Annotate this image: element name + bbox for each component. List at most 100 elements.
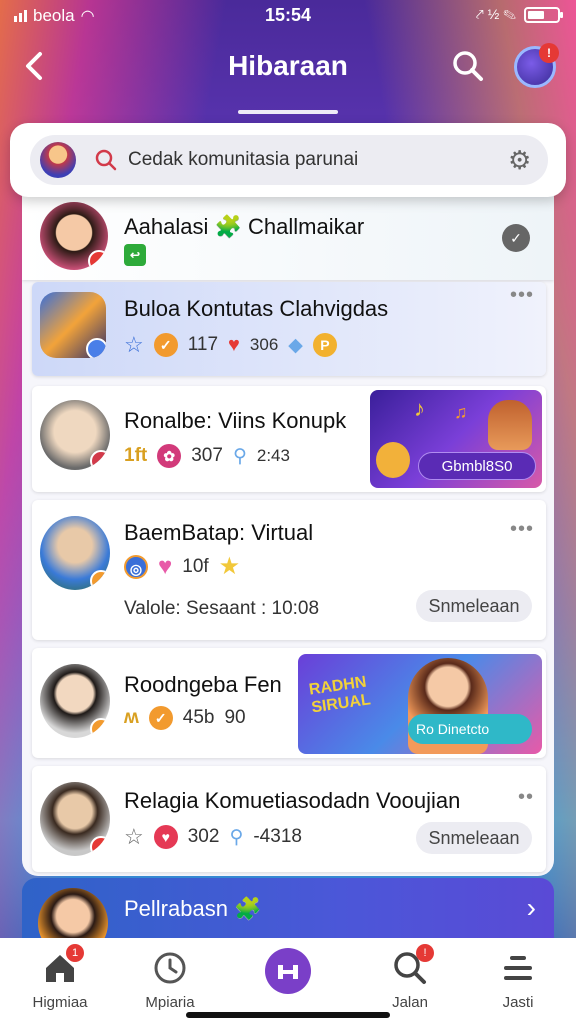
center-action-icon — [265, 948, 311, 994]
star-icon: ★ — [218, 553, 241, 580]
join-button[interactable]: Snmeleaan — [416, 590, 532, 622]
item-meta: ☆ ✓ 117 ♥ 306 ◆ P — [124, 332, 337, 358]
more-options-icon[interactable]: •• — [518, 786, 534, 809]
search-icon — [453, 51, 483, 81]
tab-home[interactable]: 1 Higmiaa — [12, 944, 108, 1011]
avatar — [40, 292, 106, 358]
item-meta: 1ft ✿ 307 ⚲ 2:43 — [124, 444, 290, 468]
check-badge-icon: ✓ — [148, 706, 173, 730]
banner-button[interactable]: Gbmbl8S0 — [418, 452, 536, 480]
pin-icon: ◆ — [288, 334, 303, 356]
check-badge-icon: ✓ — [153, 333, 178, 357]
tab-label: Jasti — [502, 994, 534, 1011]
search-icon: ! — [390, 944, 434, 988]
avatar — [40, 516, 110, 590]
search-button[interactable] — [450, 48, 486, 84]
tab-label: Jalan — [392, 994, 428, 1011]
status-badge — [90, 570, 110, 590]
tab-search[interactable]: ! Jalan — [362, 944, 458, 1011]
heart-icon: ♥ — [158, 552, 173, 580]
list-item[interactable]: Ronalbe: Viins Konupk 1ft ✿ 307 ⚲ 2:43 ♪… — [32, 386, 546, 492]
tab-badge: ! — [416, 944, 434, 962]
drag-handle[interactable] — [238, 110, 338, 114]
tab-badge: 1 — [66, 944, 84, 962]
user-avatar — [40, 142, 76, 178]
heart-icon: ♥ — [228, 333, 240, 356]
promo-banner[interactable]: RADHN SIRUAL Ro Dinetcto — [298, 654, 542, 754]
search-placeholder: Cedak komunitasia parunai — [128, 149, 359, 170]
session-status: Valole: Sesaant : 10:08 — [124, 598, 320, 619]
item-title: Roodngeba Fen — [124, 672, 282, 697]
avatar — [40, 782, 110, 856]
battery-icon — [524, 6, 563, 23]
item-title: BaemBatap: Virtual — [124, 520, 314, 545]
count-likes: 306 — [249, 335, 279, 354]
character-illustration — [488, 400, 532, 450]
list-item[interactable]: Pellrabasn 🧩 › — [22, 878, 554, 942]
avatar — [38, 888, 108, 942]
heart-badge-icon: ♥ — [153, 825, 178, 849]
notification-badge: ! — [539, 43, 559, 63]
badge-icon: ↩ — [124, 244, 146, 266]
character-illustration — [376, 442, 410, 478]
banner-title: RADHN SIRUAL — [307, 673, 372, 717]
list-item[interactable]: Roodngeba Fen ʍ ✓ 45b 90 RADHN SIRUAL Ro… — [32, 648, 546, 758]
home-icon: 1 — [40, 944, 84, 988]
tab-label: Mpiaria — [145, 994, 195, 1011]
coin-icon: P — [312, 333, 337, 357]
more-options-icon[interactable]: ••• — [510, 284, 534, 307]
banner-button[interactable]: Ro Dinetcto — [408, 714, 532, 744]
status-icons: ⤤ ½ ✎ — [475, 6, 516, 22]
count-members: 10f — [182, 555, 209, 577]
item-title: Relagia Komuetiasodadn Vooujian — [124, 788, 461, 813]
music-note-icon: ♫ — [454, 402, 468, 422]
promo-banner[interactable]: ♪ ♫ Gbmbl8S0 — [370, 390, 542, 488]
list-item[interactable]: BaemBatap: Virtual ◎ ♥ 10f ★ Valole: Ses… — [32, 500, 546, 640]
flower-icon: ✿ — [157, 444, 182, 468]
item-meta: ◎ ♥ 10f ★ — [124, 552, 240, 581]
page-title: Hibaraan — [228, 50, 348, 81]
gear-icon[interactable]: ⚙ — [508, 147, 534, 173]
tab-center-action[interactable] — [240, 948, 336, 1000]
status-badge — [90, 836, 110, 856]
avatar — [40, 664, 110, 738]
tab-history[interactable]: Mpiaria — [122, 948, 218, 1011]
item-title: Pellrabasn 🧩 — [124, 896, 262, 921]
tab-label: Higmiaa — [32, 994, 88, 1011]
count-members: 302 — [187, 826, 220, 847]
more-options-icon[interactable]: ••• — [510, 518, 534, 541]
status-badge — [86, 338, 106, 358]
profile-avatar-button[interactable]: ! — [514, 43, 559, 88]
status-badge — [88, 250, 108, 270]
list-item[interactable]: Aahalasi 🧩 Challmaikar ↩ ✓ — [22, 196, 554, 280]
crown-icon: ʍ — [124, 707, 139, 728]
star-outline-icon: ☆ — [124, 824, 144, 849]
link-icon: ⚲ — [232, 445, 247, 467]
status-badge — [90, 450, 110, 470]
tab-menu[interactable]: Jasti — [470, 948, 566, 1011]
link-icon: ⚲ — [229, 826, 244, 848]
join-button[interactable]: Snmeleaan — [416, 822, 532, 854]
count-extra: -4318 — [253, 826, 302, 847]
count-extra: 90 — [224, 707, 246, 728]
item-meta: ☆ ♥ 302 ⚲ -4318 — [124, 824, 302, 850]
status-bar: beola ◠ 15:54 ⤤ ½ ✎ — [0, 0, 576, 34]
list-item[interactable]: Buloa Kontutas Clahvigdas ☆ ✓ 117 ♥ 306 … — [32, 282, 546, 376]
community-list: Aahalasi 🧩 Challmaikar ↩ ✓ Buloa Kontuta… — [22, 196, 554, 876]
prefix-label: 1ft — [124, 445, 148, 466]
count-members: 45b — [182, 707, 215, 728]
item-meta: ʍ ✓ 45b 90 — [124, 706, 246, 730]
count-members: 117 — [187, 334, 219, 355]
home-indicator — [186, 1012, 390, 1018]
check-icon[interactable]: ✓ — [502, 224, 530, 252]
globe-icon: ◎ — [124, 554, 148, 579]
list-item[interactable]: Relagia Komuetiasodadn Vooujian ☆ ♥ 302 … — [32, 766, 546, 872]
avatar — [40, 202, 108, 270]
menu-icon — [498, 948, 538, 988]
chevron-right-icon[interactable]: › — [527, 892, 536, 924]
search-input[interactable]: Cedak komunitasia parunai ⚙ — [30, 135, 548, 185]
app-header: Hibaraan ! — [0, 34, 576, 100]
item-title: Ronalbe: Viins Konupk — [124, 408, 347, 433]
avatar — [40, 400, 110, 470]
item-title: Aahalasi 🧩 Challmaikar — [124, 214, 365, 239]
